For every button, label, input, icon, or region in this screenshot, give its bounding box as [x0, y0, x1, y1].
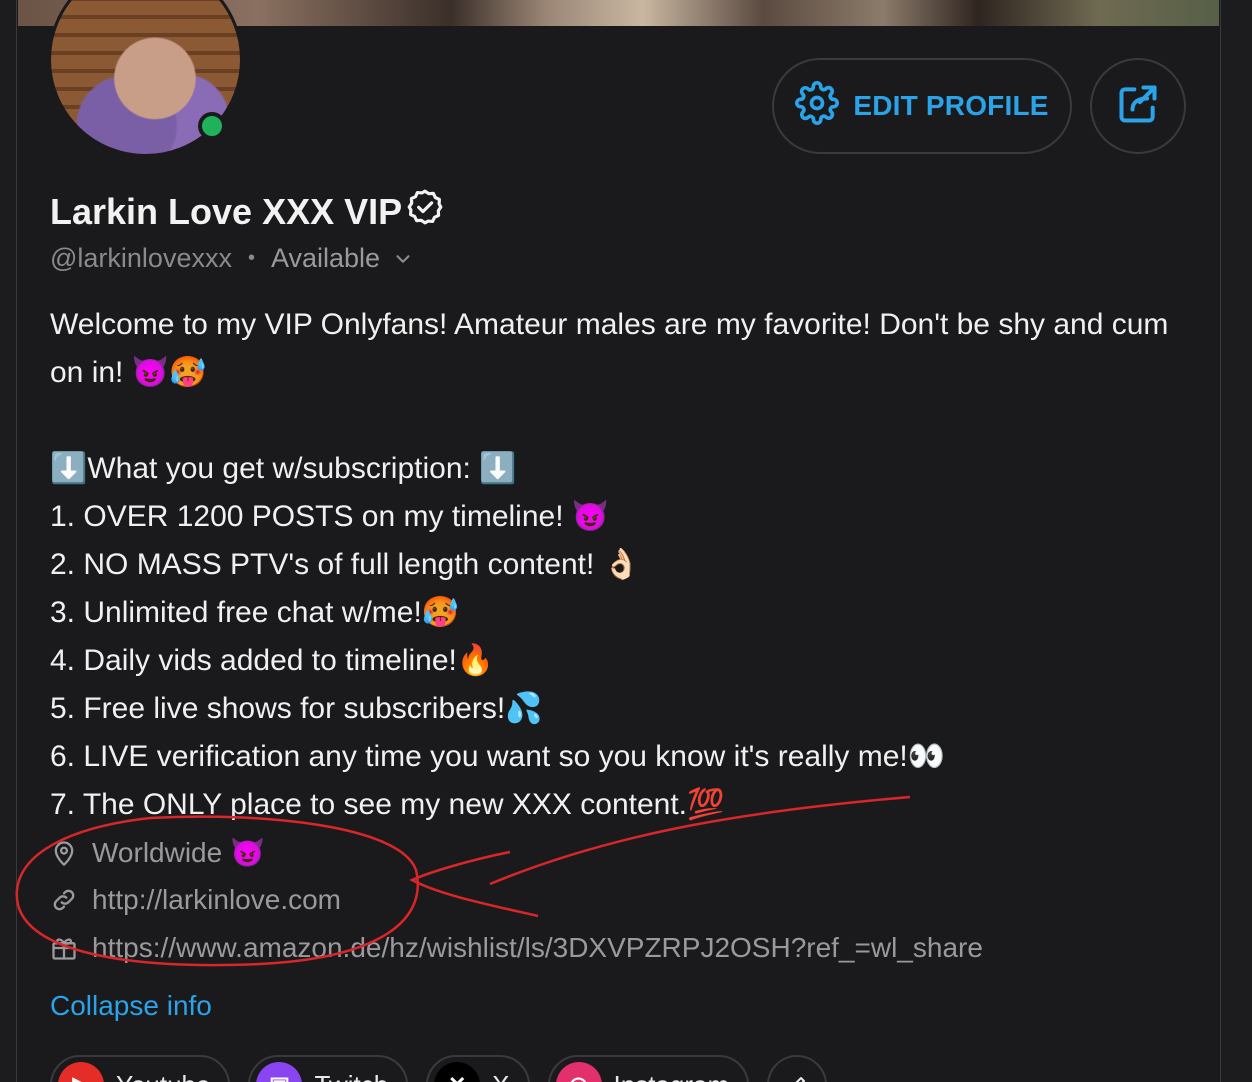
handle-row: @larkinlovexxx • Available — [50, 243, 414, 274]
chevron-down-icon[interactable] — [392, 248, 414, 270]
bio-item: 7. The ONLY place to see my new XXX cont… — [50, 788, 725, 821]
bio-item: 3. Unlimited free chat w/me!🥵 — [50, 596, 460, 629]
bio: Welcome to my VIP Onlyfans! Amateur male… — [50, 301, 1190, 829]
collapse-info-link[interactable]: Collapse info — [50, 990, 212, 1022]
instagram-icon: ◎ — [555, 1062, 602, 1082]
bio-item: 4. Daily vids added to timeline!🔥 — [50, 644, 495, 677]
social-label: Twitch — [314, 1070, 388, 1082]
profile-name-row: Larkin Love XXX VIP — [50, 188, 444, 235]
edit-profile-label: EDIT PROFILE — [853, 90, 1049, 121]
bio-item: 2. NO MASS PTV's of full length content!… — [50, 548, 640, 581]
bio-item: 6. LIVE verification any time you want s… — [50, 740, 946, 773]
pencil-icon — [785, 1073, 809, 1082]
online-status-dot — [198, 112, 226, 140]
avatar-container[interactable] — [48, 0, 243, 157]
separator-dot: • — [247, 247, 255, 269]
social-label: Instagram — [614, 1070, 730, 1082]
link-icon — [50, 886, 78, 914]
share-icon — [1116, 82, 1160, 131]
wishlist-link[interactable]: https://www.amazon.de/hz/wishlist/ls/3DX… — [92, 932, 983, 964]
social-label: X — [492, 1070, 509, 1082]
location-row: Worldwide 😈 — [50, 836, 265, 869]
bio-item: 1. OVER 1200 POSTS on my timeline! 😈 — [50, 500, 610, 533]
social-links: ▶ Youtube ▣ Twitch ✕ X ◎ Instagram — [50, 1055, 828, 1082]
bio-heading: ⬇️What you get w/subscription: ⬇️ — [50, 452, 517, 485]
gift-icon — [50, 934, 78, 962]
social-chip-youtube[interactable]: ▶ Youtube — [50, 1055, 231, 1082]
youtube-icon: ▶ — [58, 1062, 104, 1082]
website-row: http://larkinlove.com — [50, 884, 341, 916]
x-icon: ✕ — [434, 1062, 481, 1082]
profile-page: EDIT PROFILE Larkin Love XXX VIP @larkin… — [0, 0, 1252, 1082]
social-chip-twitch[interactable]: ▣ Twitch — [248, 1055, 409, 1082]
wishlist-row: https://www.amazon.de/hz/wishlist/ls/3DX… — [50, 932, 983, 964]
social-chip-x[interactable]: ✕ X — [426, 1055, 530, 1082]
bio-intro: Welcome to my VIP Onlyfans! Amateur male… — [50, 308, 1169, 389]
edit-profile-button[interactable]: EDIT PROFILE — [772, 58, 1072, 154]
website-link[interactable]: http://larkinlove.com — [92, 884, 341, 916]
gear-icon — [795, 80, 840, 132]
location-pin-icon — [50, 839, 78, 867]
social-label: Youtube — [116, 1070, 210, 1082]
bio-item: 5. Free live shows for subscribers!💦 — [50, 692, 543, 725]
share-button[interactable] — [1090, 58, 1186, 154]
add-social-button[interactable] — [767, 1055, 828, 1082]
profile-name: Larkin Love XXX VIP — [50, 190, 403, 232]
profile-handle: @larkinlovexxx — [50, 243, 232, 273]
verified-badge-icon — [406, 188, 444, 235]
availability-status[interactable]: Available — [271, 243, 380, 274]
social-chip-instagram[interactable]: ◎ Instagram — [547, 1055, 750, 1082]
twitch-icon: ▣ — [256, 1062, 303, 1082]
location-text: Worldwide 😈 — [92, 837, 265, 868]
